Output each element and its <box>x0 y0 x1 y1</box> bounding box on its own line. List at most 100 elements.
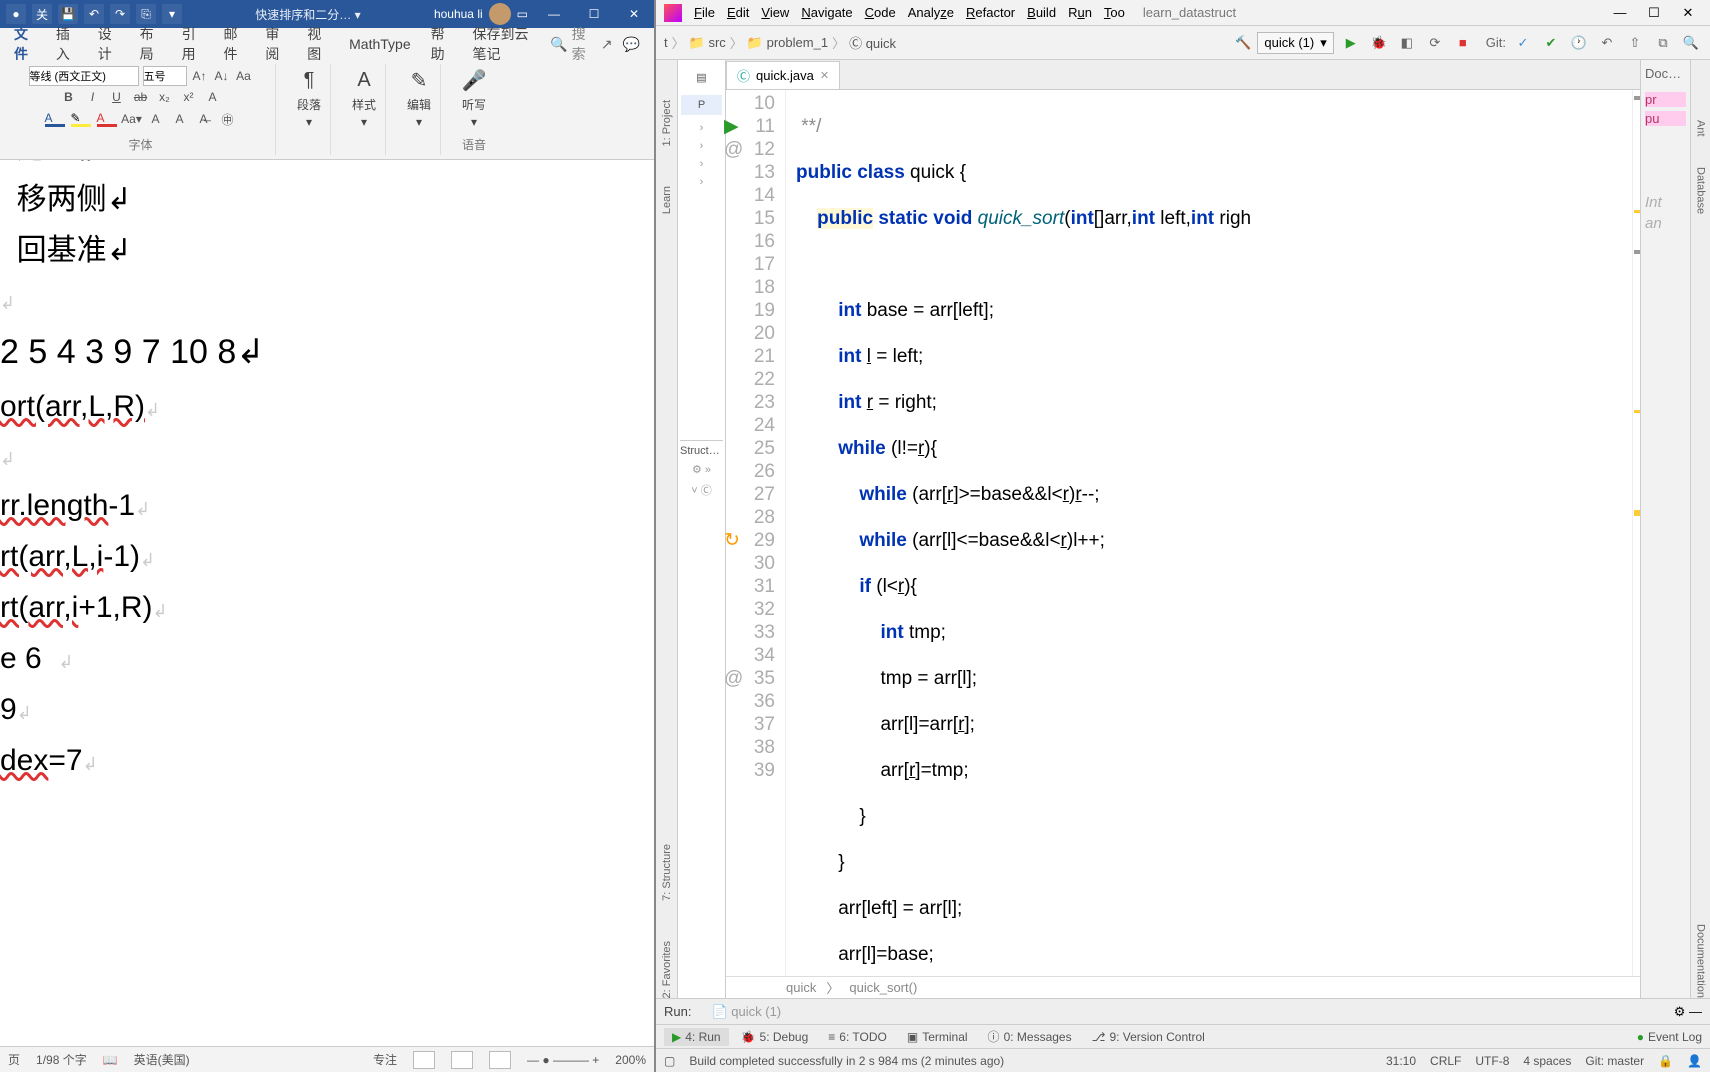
project-pane[interactable]: ▤ P › › › › Struct… ⚙ » ˅ Ⓒ <box>678 60 726 998</box>
subscript-icon[interactable]: x₂ <box>156 88 174 106</box>
tree-arrow[interactable]: › <box>680 176 723 188</box>
proj-tab-p[interactable]: P <box>680 94 723 116</box>
menu-code[interactable]: Code <box>865 5 896 20</box>
superscript-icon[interactable]: x² <box>180 88 198 106</box>
crumb-method[interactable]: quick_sort() <box>849 980 917 995</box>
search-box[interactable]: 🔍 搜索 <box>550 24 589 64</box>
breadcrumb-class[interactable]: Ⓒ quick <box>849 33 896 52</box>
search-icon[interactable]: 🔍 <box>1680 32 1702 54</box>
search-everywhere-icon[interactable]: ⧉ <box>1652 32 1674 54</box>
btab-vc[interactable]: ⎇ 9: Version Control <box>1084 1028 1213 1046</box>
clear-format-icon[interactable]: A̶ <box>195 110 213 128</box>
tab-mathtype[interactable]: MathType <box>341 32 418 56</box>
dictate-btn[interactable]: 🎤听写▾ <box>459 66 489 129</box>
change-case-icon[interactable]: Aa <box>235 67 253 85</box>
italic-icon[interactable]: I <box>84 88 102 106</box>
run-config-select[interactable]: quick (1) ▾ <box>1257 32 1333 54</box>
view-read-icon[interactable] <box>451 1051 473 1069</box>
structure-header[interactable]: Struct… <box>680 440 723 457</box>
share-btn[interactable]: ↗ <box>601 36 613 53</box>
menu-tools[interactable]: Too <box>1104 5 1125 20</box>
paragraph-btn[interactable]: ¶段落▾ <box>294 66 324 129</box>
tool-database[interactable]: Database <box>1695 167 1707 214</box>
ide-maximize-icon[interactable]: ☐ <box>1640 5 1668 21</box>
pages-label[interactable]: 页 <box>8 1051 20 1068</box>
lock-icon[interactable]: 🔒 <box>1658 1054 1673 1068</box>
ide-minimize-icon[interactable]: — <box>1606 5 1634 21</box>
menu-edit[interactable]: Edit <box>727 5 749 20</box>
tree-arrow[interactable]: › <box>680 158 723 170</box>
close-icon[interactable]: ✕ <box>614 0 654 28</box>
word-count[interactable]: 1/98 个字 <box>36 1051 87 1068</box>
line-sep[interactable]: CRLF <box>1430 1054 1461 1068</box>
bold-icon[interactable]: B <box>60 88 78 106</box>
tree-arrow[interactable]: › <box>680 140 723 152</box>
tool-favorites[interactable]: 2: Favorites <box>661 941 673 998</box>
user-name[interactable]: houhua li <box>434 7 483 21</box>
strike-icon[interactable]: ab <box>132 88 150 106</box>
git-push-icon[interactable]: ⇧ <box>1624 32 1646 54</box>
shrink-font-icon[interactable]: A↓ <box>213 67 231 85</box>
code-editor[interactable]: 10 11▶ 12@ 13141516171819202122232425262… <box>726 90 1640 976</box>
underline-icon[interactable]: U <box>108 88 126 106</box>
ribbon-display[interactable]: ▭ <box>517 7 528 21</box>
menu-navigate[interactable]: Navigate <box>801 5 852 20</box>
shrink-icon[interactable]: A <box>171 110 189 128</box>
spellcheck-icon[interactable]: 📖 <box>103 1053 118 1067</box>
highlight-icon[interactable]: ✎ <box>71 111 91 127</box>
git-update-icon[interactable]: ✓ <box>1512 32 1534 54</box>
tree-arrow[interactable]: › <box>680 122 723 134</box>
font-color-icon[interactable]: A <box>45 111 65 127</box>
word-document-body[interactable]: 选主催↲ 移两侧↲ 回基准↲ ↲ 2 5 4 3 9 7 10 8↲ ort(a… <box>0 160 654 1046</box>
comments-btn[interactable]: 💬 <box>623 36 640 53</box>
profile-icon[interactable]: ⟳ <box>1424 32 1446 54</box>
struct-settings-icon[interactable]: ⚙ » <box>680 463 723 476</box>
tab-close-icon[interactable]: ✕ <box>820 69 829 82</box>
coverage-icon[interactable]: ◧ <box>1396 32 1418 54</box>
btab-terminal[interactable]: ▣ Terminal <box>899 1028 976 1046</box>
code-text[interactable]: **/ public class quick { public static v… <box>786 90 1632 976</box>
ide-close-icon[interactable]: ✕ <box>1674 5 1702 21</box>
crumb-class[interactable]: quick <box>786 980 816 995</box>
breadcrumb-src[interactable]: 📁 src <box>689 35 726 51</box>
breadcrumb-folder[interactable]: 📁 problem_1 <box>747 35 828 51</box>
font-color2-icon[interactable]: A <box>97 111 117 127</box>
tool-structure[interactable]: 7: Structure <box>661 844 673 901</box>
grow-font-icon[interactable]: A↑ <box>191 67 209 85</box>
menu-file[interactable]: File <box>694 5 715 20</box>
doc-tab[interactable]: Doc… <box>1645 66 1686 88</box>
grow-icon[interactable]: A <box>147 110 165 128</box>
debug-icon[interactable]: 🐞 <box>1368 32 1390 54</box>
git-commit-icon[interactable]: ✔ <box>1540 32 1562 54</box>
run-icon[interactable]: ▶ <box>1340 32 1362 54</box>
struct-class-node[interactable]: ˅ Ⓒ <box>680 482 723 498</box>
editor-tab-active[interactable]: Ⓒ quick.java ✕ <box>726 61 840 89</box>
zoom-percent[interactable]: 200% <box>615 1053 646 1067</box>
font-size-select[interactable] <box>143 66 187 86</box>
view-web-icon[interactable] <box>489 1051 511 1069</box>
indent[interactable]: 4 spaces <box>1523 1054 1571 1068</box>
run-panel-header[interactable]: Run: 📄 quick (1) ⚙ — <box>656 998 1710 1024</box>
error-stripe[interactable] <box>1632 90 1640 976</box>
menu-run[interactable]: Run <box>1068 5 1092 20</box>
language[interactable]: 英语(美国) <box>134 1051 190 1068</box>
git-branch[interactable]: Git: master <box>1585 1054 1644 1068</box>
enclose-icon[interactable]: ㊥ <box>219 110 237 128</box>
tool-documentation[interactable]: Documentation <box>1695 924 1707 998</box>
btab-messages[interactable]: ⓘ 0: Messages <box>980 1026 1080 1047</box>
event-log[interactable]: ● Event Log <box>1637 1030 1702 1044</box>
font-name-select[interactable] <box>29 66 139 86</box>
edit-btn[interactable]: ✎编辑▾ <box>404 66 434 129</box>
btab-run[interactable]: ▶ 4: Run <box>664 1028 729 1046</box>
menu-build[interactable]: Build <box>1027 5 1056 20</box>
breadcrumb-root[interactable]: t <box>664 35 668 50</box>
menu-refactor[interactable]: Refactor <box>966 5 1015 20</box>
stop-icon[interactable]: ■ <box>1452 32 1474 54</box>
menu-view[interactable]: View <box>761 5 789 20</box>
status-icon[interactable]: ▢ <box>664 1054 675 1068</box>
style-btn[interactable]: A样式▾ <box>349 66 379 129</box>
run-settings-icon[interactable]: ⚙ — <box>1674 1004 1702 1020</box>
build-icon[interactable]: 🔨 <box>1235 35 1251 51</box>
char-size-icon[interactable]: Aa▾ <box>123 110 141 128</box>
ide-man-icon[interactable]: 👤 <box>1687 1054 1702 1068</box>
